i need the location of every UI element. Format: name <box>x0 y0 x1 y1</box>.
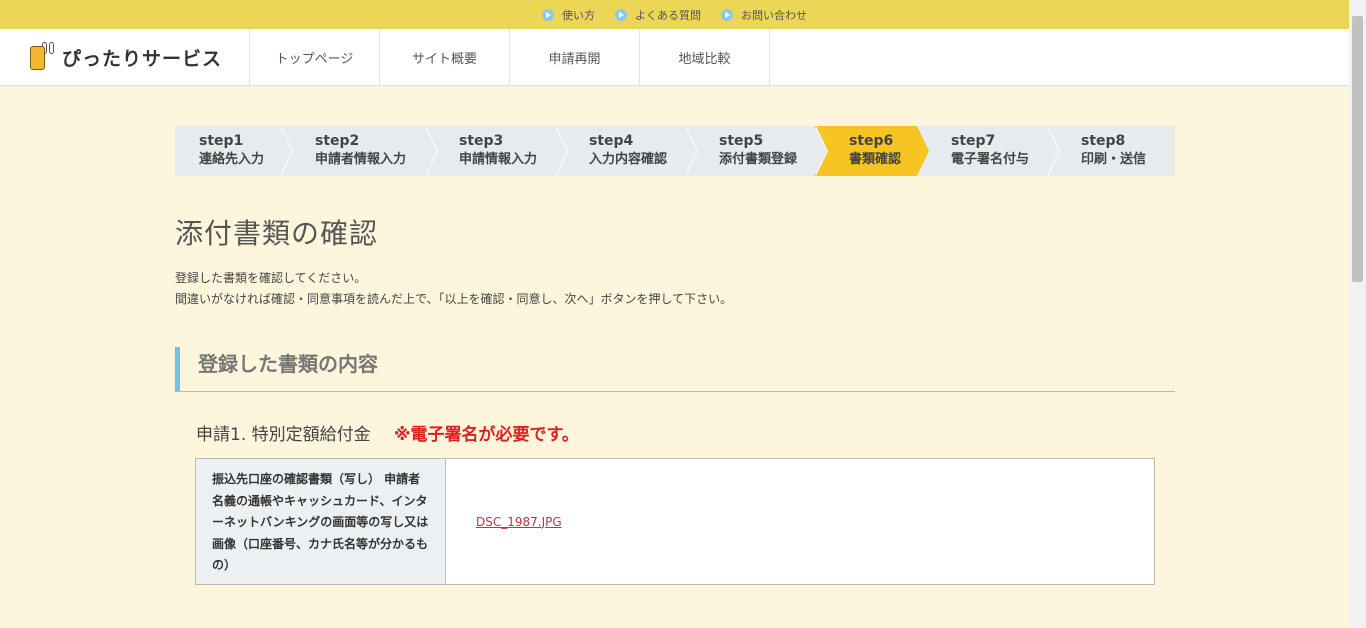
arrow-circle-icon <box>721 8 733 21</box>
nav-item-overview[interactable]: サイト概要 <box>380 29 510 85</box>
step-2: step2 申請者情報入力 <box>280 126 438 176</box>
utility-bar: 使い方 よくある質問 お問い合わせ <box>0 0 1349 29</box>
application-heading: 申請1. 特別定額給付金 ※電子署名が必要です。 <box>196 420 579 445</box>
application-title: 申請1. 特別定額給付金 <box>196 425 371 445</box>
step-number: step5 <box>719 133 764 149</box>
step-label: 連絡先入力 <box>199 152 265 167</box>
util-link-label: よくある質問 <box>635 8 701 22</box>
document-file-link[interactable]: DSC_1987.JPG <box>476 515 562 529</box>
util-link-usage[interactable]: 使い方 <box>542 7 595 23</box>
step-label: 書類確認 <box>849 152 902 167</box>
step-number: step8 <box>1081 133 1126 149</box>
logo[interactable]: ぴったりサービス <box>0 29 250 85</box>
step-label: 入力内容確認 <box>589 152 668 167</box>
document-label: 振込先口座の確認書類（写し） 申請者名義の通帳やキャッシュカード、インターネット… <box>196 459 446 584</box>
step-label: 添付書類登録 <box>719 152 798 167</box>
step-3: step3 申請情報入力 <box>425 126 568 176</box>
step-1: step1 連絡先入力 <box>175 126 293 176</box>
site-header: ぴったりサービス トップページ サイト概要 申請再開 地域比較 <box>0 29 1349 86</box>
step-progress: step1 連絡先入力 step2 申請者情報入力 step3 申請情報入力 s… <box>175 126 1175 176</box>
util-link-faq[interactable]: よくある質問 <box>615 7 701 23</box>
document-cell: DSC_1987.JPG <box>446 459 1154 584</box>
step-7: step7 電子署名付与 <box>917 126 1060 176</box>
step-number: step4 <box>589 133 634 149</box>
step-label: 申請者情報入力 <box>315 152 407 167</box>
util-link-label: 使い方 <box>562 8 595 22</box>
util-link-contact[interactable]: お問い合わせ <box>721 7 807 23</box>
logo-text: ぴったりサービス <box>62 47 223 70</box>
nav-item-resume[interactable]: 申請再開 <box>510 29 640 85</box>
page-title: 添付書類の確認 <box>175 217 379 250</box>
step-label: 印刷・送信 <box>1081 152 1147 167</box>
step-label: 電子署名付与 <box>951 152 1030 167</box>
step-number: step6 <box>849 133 894 149</box>
step-number: step7 <box>951 133 996 149</box>
vertical-scrollbar[interactable] <box>1349 0 1366 628</box>
document-table: 振込先口座の確認書類（写し） 申請者名義の通帳やキャッシュカード、インターネット… <box>195 458 1155 585</box>
util-link-label: お問い合わせ <box>741 8 807 22</box>
nav-item-compare[interactable]: 地域比較 <box>640 29 770 85</box>
step-8: step8 印刷・送信 <box>1047 126 1175 176</box>
step-4: step4 入力内容確認 <box>555 126 698 176</box>
intro-line: 間違いがなければ確認・同意事項を読んだ上で、「以上を確認・同意し、次へ」ボタンを… <box>175 292 733 306</box>
nav-item-top[interactable]: トップページ <box>250 29 380 85</box>
intro-line: 登録した書類を確認してください。 <box>175 271 367 285</box>
signature-warning: ※電子署名が必要です。 <box>394 425 579 445</box>
rabbit-phone-logo-icon <box>30 42 56 72</box>
arrow-circle-icon <box>542 8 554 21</box>
step-number: step3 <box>459 133 504 149</box>
section-title: 登録した書類の内容 <box>175 347 1175 392</box>
scrollbar-thumb[interactable] <box>1352 16 1363 282</box>
intro-text: 登録した書類を確認してください。 間違いがなければ確認・同意事項を読んだ上で、「… <box>175 268 732 310</box>
step-5: step5 添付書類登録 <box>685 126 828 176</box>
step-number: step1 <box>199 133 244 149</box>
step-6-active: step6 書類確認 <box>814 126 929 176</box>
step-number: step2 <box>315 133 360 149</box>
arrow-circle-icon <box>615 8 627 21</box>
step-label: 申請情報入力 <box>459 152 538 167</box>
